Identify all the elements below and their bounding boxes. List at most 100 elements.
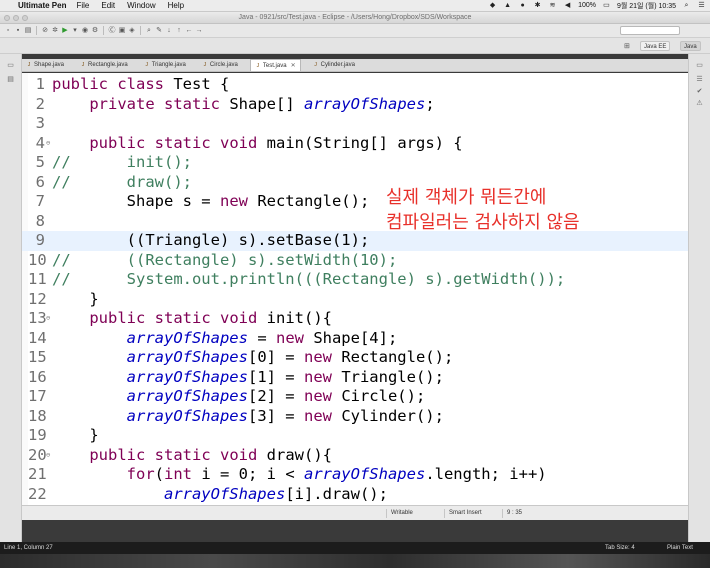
tab-label: Triangle.java — [151, 62, 186, 68]
code-line[interactable]: 1 public class Test { — [22, 75, 688, 95]
external-tools-icon[interactable]: ⚙ — [91, 27, 99, 35]
code-line[interactable]: 9 ((Triangle) s).setBase(1); — [22, 231, 688, 251]
open-perspective-icon[interactable]: ⊞ — [624, 42, 630, 50]
line-number: 2 — [35, 94, 45, 113]
back-icon[interactable]: ← — [185, 27, 193, 35]
menu-window[interactable]: Window — [127, 1, 155, 10]
menu-edit[interactable]: Edit — [101, 1, 115, 10]
code-line[interactable]: 3 — [22, 114, 688, 134]
problems-icon[interactable]: ⚠ — [695, 100, 704, 108]
java-file-icon: J — [256, 62, 260, 69]
close-icon[interactable]: ✕ — [291, 62, 296, 69]
code-line[interactable]: 16 arrayOfShapes[1] = new Triangle(); — [22, 368, 688, 388]
code-line[interactable]: 2 private static Shape[] arrayOfShapes; — [22, 95, 688, 115]
code-line[interactable]: 4 ⊖ public static void main(String[] args… — [22, 134, 688, 154]
code-line[interactable]: 13 ⊖ public static void init(){ — [22, 309, 688, 329]
code-line[interactable]: 11 // System.out.println(((Rectangle) s).… — [22, 270, 688, 290]
mark-occurrences-icon[interactable]: ✎ — [155, 27, 163, 35]
coverage-icon[interactable]: ◉ — [81, 27, 89, 35]
menu-file[interactable]: File — [76, 1, 89, 10]
menu-help[interactable]: Help — [168, 1, 184, 10]
line-number: 18 — [28, 406, 47, 425]
code-line[interactable]: 18 arrayOfShapes[3] = new Cylinder(); — [22, 407, 688, 427]
code-line[interactable]: 5 // init(); — [22, 153, 688, 173]
line-number: 4 — [35, 133, 45, 152]
volume-icon[interactable]: ◀ — [563, 2, 572, 10]
perspective-java[interactable]: Java — [680, 41, 701, 51]
code-editor[interactable]: 1 public class Test {2 private static Sha… — [22, 73, 688, 505]
tab-size[interactable]: Tab Size: 4 — [605, 542, 635, 554]
previous-annotation-icon[interactable]: ↑ — [175, 27, 183, 35]
next-annotation-icon[interactable]: ↓ — [165, 27, 173, 35]
tab-test-java[interactable]: J Test.java ✕ — [249, 59, 301, 71]
window-zoom-button[interactable] — [22, 15, 28, 21]
tab-label: Test.java — [262, 62, 287, 69]
editor-status-line: Writable Smart Insert 9 : 35 — [22, 505, 688, 520]
spotlight-icon[interactable]: ⌕ — [682, 2, 691, 10]
line-number: 14 — [28, 328, 47, 347]
code-text: arrayOfShapes[3] = new Cylinder(); — [126, 406, 444, 425]
code-line[interactable]: 17 arrayOfShapes[2] = new Circle(); — [22, 387, 688, 407]
run-icon[interactable]: ▶ — [61, 27, 69, 35]
line-number: 19 — [28, 426, 47, 444]
right-trim-stack: ▭ ☰ ✔ ⚠ — [688, 54, 710, 542]
perspective-java-ee[interactable]: Java EE — [640, 41, 671, 51]
restore-icon[interactable]: ▭ — [6, 62, 15, 70]
code-line[interactable]: 19 } — [22, 426, 688, 446]
code-text: // System.out.println(((Rectangle) s).ge… — [52, 270, 566, 288]
open-type-icon[interactable]: ◈ — [128, 27, 136, 35]
perspective-bar: ⊞ Java EE Java — [0, 38, 710, 54]
tab-cylinder-java[interactable]: J Cylinder.java — [309, 59, 359, 71]
code-line[interactable]: 14 arrayOfShapes = new Shape[4]; — [22, 329, 688, 349]
bluetooth-icon[interactable]: ✱ — [533, 2, 542, 10]
run-dropdown-icon[interactable]: ▾ — [71, 27, 79, 35]
line-number: 11 — [28, 270, 47, 288]
code-text: arrayOfShapes[i].draw(); — [163, 484, 388, 503]
code-line[interactable]: 22 arrayOfShapes[i].draw(); — [22, 485, 688, 505]
notification-center-icon[interactable]: ☰ — [697, 2, 706, 10]
line-number: 8 — [35, 211, 45, 230]
code-line[interactable]: 20 ⊖ public static void draw(){ — [22, 446, 688, 466]
window-minimize-button[interactable] — [13, 15, 19, 21]
code-line[interactable]: 21 for(int i = 0; i < arrayOfShapes.leng… — [22, 465, 688, 485]
tab-label: Cylinder.java — [320, 62, 355, 68]
cursor-position-status: 9 : 35 — [502, 509, 522, 518]
battery-level[interactable]: 100% — [578, 2, 596, 9]
dropbox-icon[interactable]: ◆ — [488, 2, 497, 10]
code-line[interactable]: 8 — [22, 212, 688, 232]
skip-breakpoints-icon[interactable]: ⊘ — [41, 27, 49, 35]
forward-icon[interactable]: → — [195, 27, 203, 35]
line-number: 13 — [28, 309, 47, 327]
menubar-clock[interactable]: 9월 21일 (월) 10:35 — [617, 1, 676, 11]
code-line[interactable]: 10 // ((Rectangle) s).setWidth(10); — [22, 251, 688, 271]
menu-app-name[interactable]: Ultimate Pen — [18, 1, 66, 10]
drive-icon[interactable]: ▲ — [503, 2, 512, 10]
window-title: Java - 0921/src/Test.java - Eclipse - /U… — [238, 14, 472, 21]
tab-triangle-java[interactable]: J Triangle.java — [140, 59, 190, 71]
search-icon[interactable]: ⌕ — [145, 27, 153, 35]
outline-icon[interactable]: ☰ — [695, 76, 704, 84]
tab-rectangle-java[interactable]: J Rectangle.java — [76, 59, 132, 71]
task-list-icon[interactable]: ✔ — [695, 88, 704, 96]
debug-icon[interactable]: ✲ — [51, 27, 59, 35]
code-line[interactable]: 7 Shape s = new Rectangle(); — [22, 192, 688, 212]
new-class-icon[interactable]: Ⓒ — [108, 27, 116, 35]
tab-circle-java[interactable]: J Circle.java — [198, 59, 242, 71]
restore-icon[interactable]: ▭ — [695, 62, 704, 70]
tab-shape-java[interactable]: J Shape.java — [22, 59, 68, 71]
window-controls — [4, 15, 28, 21]
new-package-icon[interactable]: ▣ — [118, 27, 126, 35]
quick-access-input[interactable] — [620, 26, 680, 35]
new-icon[interactable]: ▫ — [4, 27, 12, 35]
code-line[interactable]: 6 // draw(); — [22, 173, 688, 193]
code-text: public static void draw(){ — [89, 445, 332, 464]
package-explorer-icon[interactable]: ▤ — [6, 76, 15, 84]
evernote-icon[interactable]: ● — [518, 2, 527, 10]
syntax-format[interactable]: Plain Text — [667, 542, 693, 554]
save-icon[interactable]: ▪ — [14, 27, 22, 35]
window-close-button[interactable] — [4, 15, 10, 21]
code-line[interactable]: 12 } — [22, 290, 688, 310]
print-icon[interactable]: ▤ — [24, 27, 32, 35]
wifi-icon[interactable]: ≋ — [548, 2, 557, 10]
code-line[interactable]: 15 arrayOfShapes[0] = new Rectangle(); — [22, 348, 688, 368]
